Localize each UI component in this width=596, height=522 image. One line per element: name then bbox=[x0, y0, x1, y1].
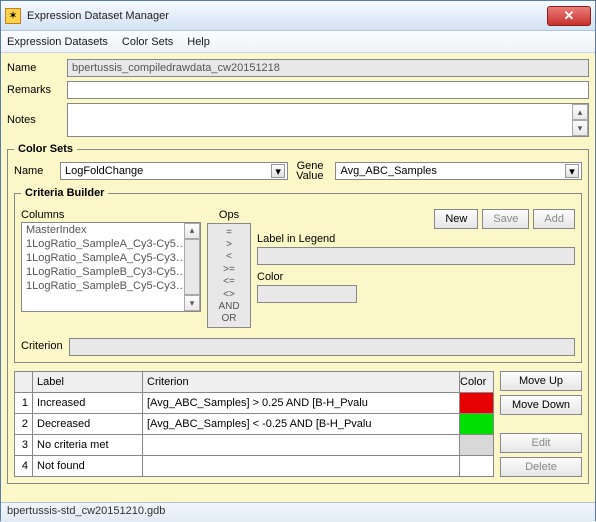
color-swatch bbox=[460, 414, 493, 434]
op-gte[interactable]: >= bbox=[223, 264, 235, 275]
menu-expression-datasets[interactable]: Expression Datasets bbox=[7, 36, 108, 48]
ops-listbox[interactable]: = > < >= <= <> AND OR bbox=[207, 223, 251, 328]
criteria-builder-group: Criteria Builder Columns MasterIndex 1Lo… bbox=[14, 187, 582, 363]
op-lte[interactable]: <= bbox=[223, 276, 235, 287]
notes-field[interactable]: ▴ ▾ bbox=[67, 103, 589, 137]
list-item[interactable]: 1LogRatio_SampleB_Cy5-Cy3… bbox=[22, 279, 200, 293]
cs-name-label: Name bbox=[14, 165, 52, 177]
hdr-color: Color bbox=[460, 372, 494, 393]
delete-button[interactable]: Delete bbox=[500, 457, 582, 477]
hdr-criterion: Criterion bbox=[143, 372, 460, 393]
table-row[interactable]: 1 Increased [Avg_ABC_Samples] > 0.25 AND… bbox=[15, 393, 494, 414]
hdr-label: Label bbox=[33, 372, 143, 393]
columns-scroll-up[interactable]: ▴ bbox=[184, 223, 200, 239]
table-row[interactable]: 2 Decreased [Avg_ABC_Samples] < -0.25 AN… bbox=[15, 414, 494, 435]
chevron-down-icon: ▾ bbox=[271, 164, 285, 178]
op-and[interactable]: AND bbox=[218, 301, 239, 312]
columns-label: Columns bbox=[21, 209, 201, 221]
color-sets-group: Color Sets Name LogFoldChange ▾ Gene Val… bbox=[7, 143, 589, 484]
window-title: Expression Dataset Manager bbox=[27, 10, 547, 22]
new-button[interactable]: New bbox=[434, 209, 478, 229]
legend-label-field bbox=[257, 247, 575, 265]
op-lt[interactable]: < bbox=[226, 251, 232, 262]
dataset-name-field bbox=[67, 59, 589, 77]
op-or[interactable]: OR bbox=[222, 313, 237, 324]
op-ne[interactable]: <> bbox=[223, 289, 235, 300]
notes-label: Notes bbox=[7, 114, 61, 126]
color-swatch bbox=[460, 435, 493, 455]
list-item[interactable]: MasterIndex bbox=[22, 223, 200, 237]
save-button[interactable]: Save bbox=[482, 209, 529, 229]
op-gt[interactable]: > bbox=[226, 239, 232, 250]
remarks-label: Remarks bbox=[7, 84, 61, 96]
criterion-field bbox=[69, 338, 575, 356]
move-up-button[interactable]: Move Up bbox=[500, 371, 582, 391]
status-file: bpertussis-std_cw20151210.gdb bbox=[7, 505, 165, 517]
columns-listbox[interactable]: MasterIndex 1LogRatio_SampleA_Cy3-Cy5… 1… bbox=[21, 222, 201, 312]
color-swatch-field bbox=[257, 285, 357, 303]
cs-name-dropdown[interactable]: LogFoldChange ▾ bbox=[60, 162, 288, 180]
move-down-button[interactable]: Move Down bbox=[500, 395, 582, 415]
list-item[interactable]: 1LogRatio_SampleA_Cy3-Cy5… bbox=[22, 237, 200, 251]
notes-scroll-down[interactable]: ▾ bbox=[572, 120, 588, 136]
color-swatch bbox=[460, 393, 493, 413]
status-bar: bpertussis-std_cw20151210.gdb bbox=[1, 502, 595, 522]
ops-label: Ops bbox=[207, 209, 251, 221]
hdr-num bbox=[15, 372, 33, 393]
close-icon: ✕ bbox=[564, 8, 575, 24]
table-row[interactable]: 3 No criteria met bbox=[15, 435, 494, 456]
close-button[interactable]: ✕ bbox=[547, 6, 591, 26]
remarks-field[interactable] bbox=[67, 81, 589, 99]
color-swatch bbox=[460, 456, 493, 476]
color-label: Color bbox=[257, 271, 352, 283]
menu-color-sets[interactable]: Color Sets bbox=[122, 36, 173, 48]
table-row[interactable]: 4 Not found bbox=[15, 456, 494, 477]
app-icon: ✶ bbox=[5, 8, 21, 24]
cs-name-value: LogFoldChange bbox=[65, 165, 143, 177]
menu-help[interactable]: Help bbox=[187, 36, 210, 48]
criteria-table: Label Criterion Color 1 Increased [Avg_A… bbox=[14, 371, 494, 477]
titlebar: ✶ Expression Dataset Manager ✕ bbox=[1, 1, 595, 31]
criteria-builder-legend: Criteria Builder bbox=[21, 187, 108, 199]
chevron-down-icon: ▾ bbox=[565, 164, 579, 178]
edit-button[interactable]: Edit bbox=[500, 433, 582, 453]
name-label: Name bbox=[7, 62, 61, 74]
gene-value-label: Gene Value bbox=[296, 161, 323, 181]
op-eq[interactable]: = bbox=[226, 227, 232, 238]
gene-value-dropdown[interactable]: Avg_ABC_Samples ▾ bbox=[335, 162, 582, 180]
columns-scrollbar[interactable] bbox=[184, 239, 200, 296]
criterion-label: Criterion bbox=[21, 340, 63, 352]
add-button[interactable]: Add bbox=[533, 209, 575, 229]
gene-value-value: Avg_ABC_Samples bbox=[340, 165, 436, 177]
list-item[interactable]: 1LogRatio_SampleB_Cy3-Cy5… bbox=[22, 265, 200, 279]
legend-label-label: Label in Legend bbox=[257, 233, 352, 245]
columns-scroll-down[interactable]: ▾ bbox=[184, 295, 200, 311]
list-item[interactable]: 1LogRatio_SampleA_Cy5-Cy3… bbox=[22, 251, 200, 265]
color-sets-legend: Color Sets bbox=[14, 143, 77, 155]
notes-scroll-up[interactable]: ▴ bbox=[572, 104, 588, 120]
menubar: Expression Datasets Color Sets Help bbox=[1, 31, 595, 53]
